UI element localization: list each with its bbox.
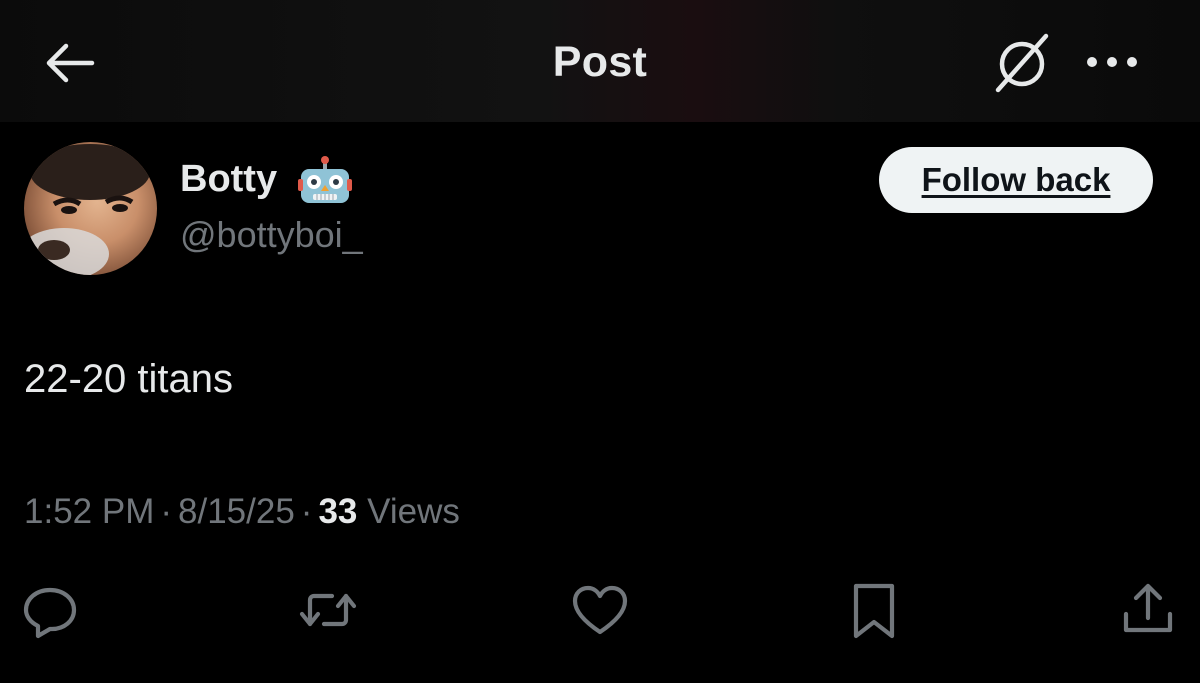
- avatar[interactable]: [24, 142, 157, 275]
- share-button[interactable]: [1118, 580, 1178, 640]
- reply-button[interactable]: [20, 580, 80, 640]
- separator: ·: [160, 492, 173, 531]
- post-time[interactable]: 1:52 PM: [24, 492, 154, 531]
- views-count[interactable]: 33: [318, 492, 357, 531]
- bookmark-icon: [853, 583, 895, 639]
- grok-button[interactable]: [990, 32, 1054, 94]
- like-button[interactable]: [570, 580, 630, 640]
- post-date[interactable]: 8/15/25: [178, 492, 295, 531]
- post-text: 22-20 titans: [24, 357, 234, 401]
- share-icon: [1123, 583, 1173, 633]
- separator: ·: [300, 492, 313, 531]
- grok-icon: [995, 33, 1049, 93]
- author-display-name[interactable]: Botty: [180, 158, 277, 201]
- reply-icon: [23, 587, 77, 639]
- more-horizontal-icon: [1087, 57, 1137, 67]
- bookmark-button[interactable]: [844, 580, 904, 640]
- repost-icon: [299, 593, 357, 627]
- more-options-button[interactable]: [1084, 48, 1140, 76]
- top-bar: Post: [0, 0, 1200, 122]
- repost-button[interactable]: [298, 580, 358, 640]
- follow-back-button[interactable]: Follow back: [879, 147, 1153, 213]
- author-handle[interactable]: @bottyboi_: [180, 214, 363, 256]
- robot-emoji-icon: [298, 156, 352, 203]
- profile-photo: [24, 144, 150, 275]
- post-metadata: 1:52 PM · 8/15/25 · 33 Views: [24, 492, 460, 532]
- heart-icon: [572, 585, 628, 635]
- views-label[interactable]: Views: [367, 492, 460, 531]
